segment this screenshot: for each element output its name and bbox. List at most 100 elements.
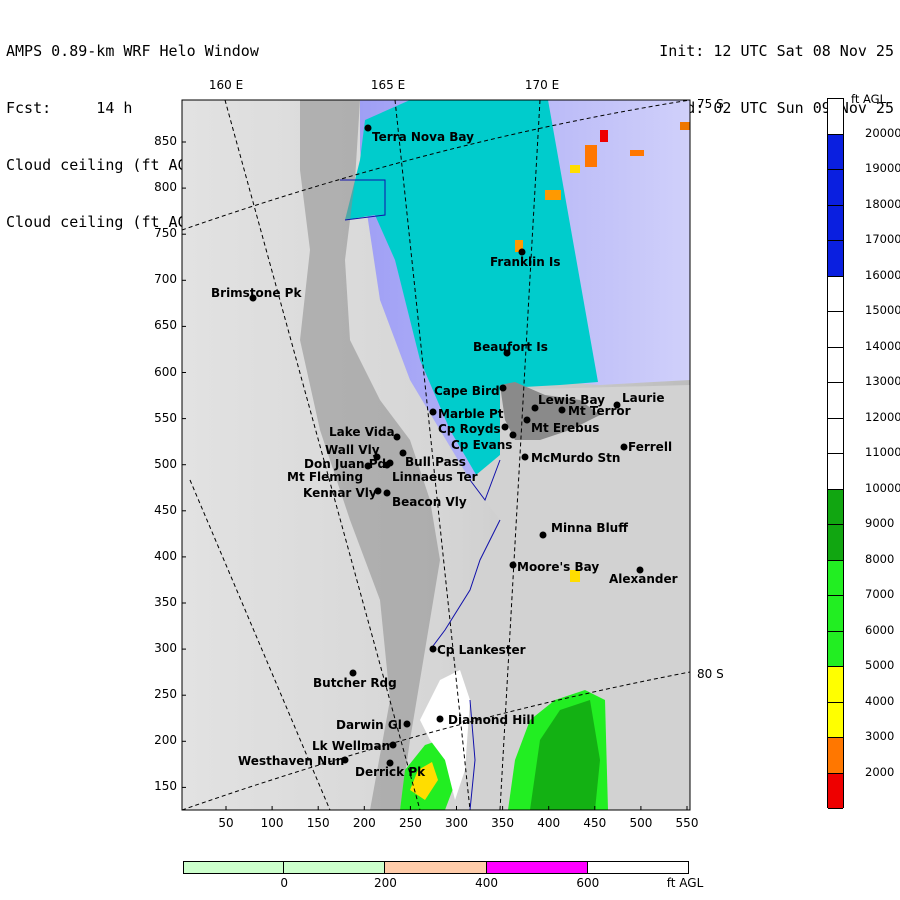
y-tick-label: 150: [154, 779, 177, 794]
y-tick-label: 850: [154, 134, 177, 148]
colorbar-segment: [828, 489, 843, 525]
site-label: Mt Terror: [568, 404, 631, 418]
site-label: Lake Vida: [329, 425, 395, 439]
site-dot: [521, 453, 529, 461]
site-label: Terra Nova Bay: [372, 130, 474, 144]
site-label: Moore's Bay: [517, 560, 599, 574]
colorbar-segment: [828, 454, 843, 490]
site-label: Cape Bird: [434, 384, 500, 398]
colorbar-segment: [828, 702, 843, 738]
colorbar-label: 19000: [865, 161, 900, 175]
site-label: Brimstone Pk: [211, 286, 302, 300]
height-bar-segment: [486, 861, 588, 874]
x-tick-label: 150: [306, 816, 330, 830]
colorbar-label: 7000: [865, 587, 895, 601]
colorbar-label: 14000: [865, 338, 900, 353]
height-bar-unit: ft AGL: [666, 876, 704, 890]
site-label: Butcher Rdg: [313, 676, 397, 690]
colorbar-label: 2000: [865, 764, 895, 779]
colorbar-segment: [828, 170, 843, 206]
site-label: Alexander: [609, 572, 678, 586]
site-label: Westhaven Nun: [238, 754, 344, 768]
colorbar-label: 3000: [865, 729, 895, 743]
site-dot: [523, 416, 531, 424]
site-dot: [429, 408, 437, 416]
site-label: Cp Royds: [438, 422, 501, 436]
map-panel: Terra Nova Bay Franklin Is Brimstone Pk Bea…: [181, 99, 691, 811]
site-label: Mt Erebus: [531, 421, 599, 435]
y-tick-label: 400: [154, 548, 177, 563]
colorbar-segment: [828, 773, 843, 809]
colorbar-segment: [828, 276, 843, 312]
x-tick-label: 450: [583, 816, 607, 830]
site-dot: [539, 531, 547, 539]
lon-label-165: 165 E: [370, 78, 406, 92]
site-dot: [364, 124, 372, 132]
colorbar-label: 4000: [865, 693, 895, 708]
height-bar-tick: 600: [576, 876, 600, 890]
colorbar-segment: [828, 667, 843, 703]
y-tick-label: 300: [154, 641, 177, 656]
site-label: Derrick Pk: [355, 765, 426, 779]
lon-label-170: 170 E: [524, 78, 560, 92]
colorbar-label: 16000: [865, 267, 900, 282]
colorbar-label: 9000: [865, 516, 895, 530]
x-tick-label: 50: [218, 816, 234, 830]
x-tick-label: 100: [260, 816, 284, 830]
site-label: Lk Wellman: [312, 739, 390, 753]
height-bar-segment: [183, 861, 285, 874]
colorbar-label: 13000: [865, 374, 900, 388]
colorbar-segment: [828, 99, 843, 135]
colorbar-segment: [828, 134, 843, 170]
colorbar-label: 18000: [865, 196, 900, 211]
y-tick-label: 750: [154, 226, 177, 241]
site-label: Don Juan Pd: [304, 457, 386, 471]
colorbar-segment: [828, 560, 843, 596]
site-label: Mt Fleming: [287, 470, 363, 484]
colorbar-segment: [828, 205, 843, 241]
site-dot: [509, 561, 517, 569]
height-bar-tick: 0: [280, 876, 288, 890]
site-label: Cp Lankester: [437, 643, 526, 657]
height-bar-tick: 200: [373, 876, 397, 890]
y-tick-label: 800: [154, 180, 177, 195]
site-label: Linnaeus Ter: [392, 470, 478, 484]
y-tick-label: 450: [154, 502, 177, 517]
lat-label-75s: 75 S: [697, 97, 724, 111]
site-dot: [558, 406, 566, 414]
y-tick-label: 200: [154, 733, 177, 748]
site-dot: [389, 741, 397, 749]
colorbar-label: 8000: [865, 551, 895, 566]
site-label: Kennar Vly: [303, 486, 377, 500]
colorbar-segment: [828, 383, 843, 419]
site-dot: [501, 423, 509, 431]
site-label: Minna Bluff: [551, 521, 628, 535]
y-tick-label: 650: [154, 318, 177, 333]
colorbar-label: 17000: [865, 232, 900, 246]
colorbar-label: 6000: [865, 622, 895, 637]
y-tick-label: 250: [154, 687, 177, 702]
site-label: Cp Evans: [451, 438, 512, 452]
colorbar: [827, 98, 844, 809]
x-tick-label: 200: [352, 816, 376, 830]
height-bar-segment: [587, 861, 689, 874]
site-label: Darwin Gl: [336, 718, 402, 732]
colorbar-unit: ft AGL: [851, 92, 886, 106]
colorbar-segment: [828, 241, 843, 277]
site-label: McMurdo Stn: [531, 451, 620, 465]
colorbar-segment: [828, 596, 843, 632]
site-label: Diamond Hill: [448, 713, 535, 727]
x-tick-label: 500: [629, 816, 653, 830]
x-tick-label: 350: [491, 816, 515, 830]
colorbar-label: 15000: [865, 303, 900, 317]
site-dot: [386, 459, 394, 467]
x-tick-label: 250: [398, 816, 422, 830]
colorbar-segment: [828, 631, 843, 667]
site-label: Ferrell: [628, 440, 672, 454]
x-tick-label: 400: [537, 816, 561, 830]
colorbar-label: 12000: [865, 409, 900, 424]
colorbar-label: 20000: [865, 125, 900, 140]
y-tick-label: 500: [154, 456, 177, 471]
lon-label-160: 160 E: [208, 78, 244, 92]
site-label: Bull Pass: [405, 455, 466, 469]
